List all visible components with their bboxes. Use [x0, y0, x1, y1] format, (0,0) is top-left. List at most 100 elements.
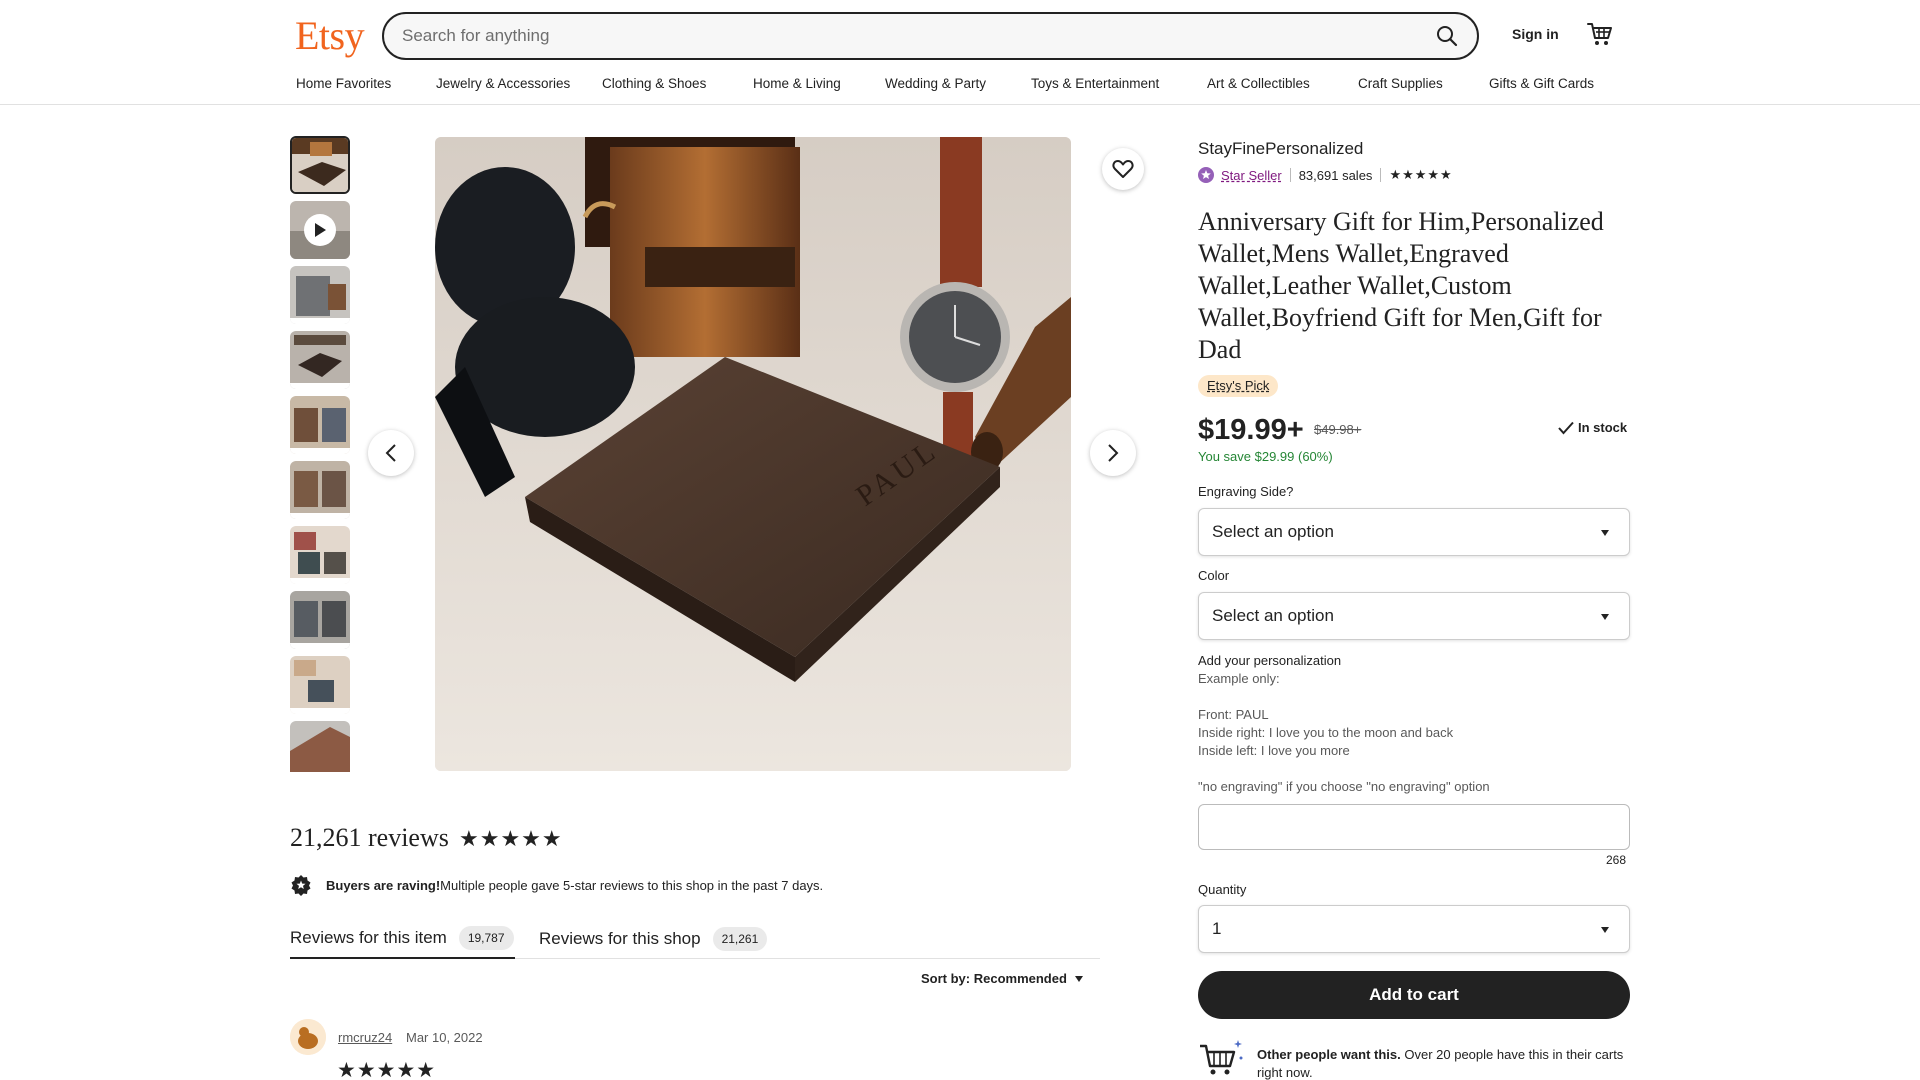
- thumbnail-9[interactable]: [290, 656, 350, 714]
- raving-text: Multiple people gave 5-star reviews to t…: [440, 877, 824, 893]
- wallet-product-photo: PAUL: [435, 137, 1071, 771]
- sign-in-link[interactable]: Sign in: [1512, 26, 1559, 42]
- star-seller-link[interactable]: Star Seller: [1221, 168, 1282, 183]
- thumbnail-5[interactable]: [290, 396, 350, 454]
- example-inside-right-text: Inside right: I love you to the moon and…: [1198, 725, 1454, 740]
- engraving-side-select[interactable]: Select an option: [1198, 508, 1630, 556]
- category-jewelry-accessories[interactable]: Jewelry & Accessories: [436, 76, 602, 96]
- chevron-right-icon: [1108, 444, 1119, 462]
- sort-dropdown[interactable]: Sort by: Recommended: [921, 971, 1083, 986]
- review-stars: ★★★★★: [337, 1059, 437, 1080]
- play-icon: [315, 223, 326, 237]
- thumbnail-3[interactable]: [290, 266, 350, 324]
- buyers-raving-banner: Buyers are raving! Multiple people gave …: [290, 874, 823, 896]
- example-inside-left-text: Inside left: I love you more: [1198, 743, 1350, 758]
- add-to-cart-button[interactable]: Add to cart: [1198, 971, 1630, 1019]
- favorite-button[interactable]: [1102, 148, 1144, 190]
- review-date: Mar 10, 2022: [406, 1030, 483, 1045]
- sort-label: Sort by: Recommended: [921, 971, 1067, 986]
- star-seller-badge-icon: [1198, 167, 1214, 183]
- original-price: $49.98+: [1314, 422, 1362, 437]
- listing-title: Anniversary Gift for Him,Personalized Wa…: [1198, 207, 1604, 364]
- wallet-thumbnail-image: [290, 396, 350, 454]
- thumbnail-strip: [290, 136, 350, 772]
- etsys-pick-badge[interactable]: Etsy's Pick: [1198, 375, 1279, 397]
- seller-info-row: Star Seller 83,691 sales ★★★★★: [1198, 165, 1453, 185]
- site-header: Etsy Sign in Home Favorites Jewelry & Ac…: [0, 0, 1920, 105]
- color-value: Select an option: [1212, 606, 1334, 625]
- other-people-want-this: Other people want this. Over 20 people h…: [1257, 1046, 1637, 1080]
- quantity-label: Quantity: [1198, 882, 1247, 897]
- wallet-thumbnail-image: [292, 138, 348, 192]
- caret-down-icon: [1601, 530, 1609, 536]
- category-home-favorites[interactable]: Home Favorites: [296, 76, 436, 96]
- thumbnail-10[interactable]: [290, 721, 350, 772]
- raving-bold: Buyers are raving!: [326, 877, 441, 893]
- category-clothing-shoes[interactable]: Clothing & Shoes: [602, 76, 753, 96]
- color-label: Color: [1198, 568, 1230, 583]
- reviews-rating-stars: ★★★★★: [459, 826, 563, 851]
- category-home-living[interactable]: Home & Living: [753, 76, 885, 96]
- search-input[interactable]: [402, 14, 1362, 58]
- avatar[interactable]: [290, 1019, 326, 1055]
- main-product-image[interactable]: PAUL: [435, 137, 1071, 771]
- wallet-thumbnail-image: [290, 461, 350, 519]
- wallet-thumbnail-image: [290, 656, 350, 714]
- search-icon: [1437, 26, 1458, 47]
- category-toys-entertainment[interactable]: Toys & Entertainment: [1031, 76, 1207, 96]
- wallet-thumbnail-image: [290, 266, 350, 324]
- next-image-button[interactable]: [1090, 430, 1136, 476]
- quantity-value: 1: [1212, 919, 1222, 938]
- category-craft-supplies[interactable]: Craft Supplies: [1358, 76, 1489, 96]
- thumbnail-6[interactable]: [290, 461, 350, 519]
- category-nav: Home Favorites Jewelry & Accessories Clo…: [296, 76, 1594, 96]
- etsy-logo[interactable]: Etsy: [295, 12, 365, 59]
- shop-name-link[interactable]: StayFinePersonalized: [1198, 139, 1363, 159]
- character-counter: 268: [1606, 853, 1627, 867]
- category-wedding-party[interactable]: Wedding & Party: [885, 76, 1031, 96]
- review-tabs: Reviews for this item 19,787 Reviews for…: [290, 918, 1100, 959]
- divider: [1380, 168, 1382, 182]
- sales-count: 83,691 sales: [1298, 167, 1373, 183]
- tab-count: 19,787: [458, 925, 514, 950]
- search-bar[interactable]: [382, 12, 1479, 60]
- personalization-textarea[interactable]: [1198, 804, 1630, 850]
- caret-down-icon: [1601, 927, 1609, 933]
- wallet-thumbnail-image: [290, 721, 350, 772]
- wallet-thumbnail-image: [290, 591, 350, 649]
- engraving-side-label: Engraving Side?: [1198, 484, 1294, 499]
- thumbnail-1[interactable]: [290, 136, 350, 194]
- caret-down-icon: [1074, 975, 1083, 982]
- stock-status: In stock: [1558, 420, 1627, 435]
- color-select[interactable]: Select an option: [1198, 592, 1630, 640]
- tab-reviews-for-shop[interactable]: Reviews for this shop 21,261: [539, 918, 768, 959]
- checkmark-icon: [1558, 421, 1574, 434]
- example-front-text: Front: PAUL: [1198, 707, 1269, 722]
- price: $19.99+: [1198, 414, 1304, 446]
- previous-image-button[interactable]: [368, 430, 414, 476]
- thumbnail-8[interactable]: [290, 591, 350, 649]
- tab-reviews-for-item[interactable]: Reviews for this item 19,787: [290, 918, 515, 959]
- reviewer-avatar-image: [290, 1019, 326, 1055]
- thumbnail-4[interactable]: [290, 331, 350, 389]
- wallet-thumbnail-image: [290, 526, 350, 584]
- caret-down-icon: [1601, 614, 1609, 620]
- shop-rating-stars[interactable]: ★★★★★: [1389, 167, 1452, 183]
- search-button[interactable]: [1427, 18, 1467, 54]
- other-people-bold: Other people want this.: [1257, 1047, 1401, 1062]
- cart-icon[interactable]: [1587, 21, 1613, 47]
- quantity-select[interactable]: 1: [1198, 905, 1630, 953]
- savings-text: You save $29.99 (60%): [1198, 449, 1333, 464]
- category-gifts-gift-cards[interactable]: Gifts & Gift Cards: [1489, 76, 1594, 96]
- play-button[interactable]: [304, 214, 336, 246]
- reviewer-name-link[interactable]: rmcruz24: [338, 1030, 392, 1045]
- example-only-text: Example only:: [1198, 671, 1280, 686]
- chevron-left-icon: [385, 444, 396, 462]
- thumbnail-7[interactable]: [290, 526, 350, 584]
- cart-sparkle-icon: [1200, 1040, 1243, 1075]
- thumbnail-video[interactable]: [290, 201, 350, 259]
- tab-label: Reviews for this shop: [539, 928, 701, 948]
- tab-label: Reviews for this item: [290, 927, 447, 947]
- reviews-heading: 21,261 reviews: [290, 823, 449, 852]
- category-art-collectibles[interactable]: Art & Collectibles: [1207, 76, 1358, 96]
